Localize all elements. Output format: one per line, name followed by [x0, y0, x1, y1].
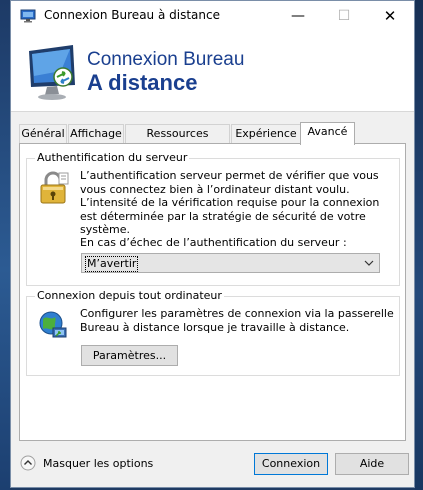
tab-affichage[interactable]: Affichage — [68, 124, 124, 143]
chevron-up-circle-icon — [20, 455, 36, 471]
tab-experience[interactable]: Expérience — [231, 124, 301, 143]
failure-action-label: En cas d’échec de l’authentification du … — [80, 236, 347, 249]
rdp-window: Connexion Bureau à distance — ☐ ✕ Connex… — [10, 0, 415, 488]
server-auth-legend: Authentification du serveur — [35, 151, 190, 164]
connect-anywhere-description: Configurer les paramètres de connexion v… — [80, 307, 394, 334]
hide-options-label: Masquer les options — [43, 457, 154, 470]
connect-anywhere-legend: Connexion depuis tout ordinateur — [35, 289, 224, 302]
connect-anywhere-group: Connexion depuis tout ordinateur Configu… — [26, 289, 400, 376]
server-auth-group: Authentification du serveur L’authentifi… — [26, 151, 400, 286]
chevron-down-icon — [364, 260, 374, 266]
desktop-background-right — [415, 0, 423, 490]
maximize-button[interactable]: ☐ — [321, 1, 367, 31]
connect-button[interactable]: Connexion — [254, 453, 328, 475]
remote-desktop-app-icon — [20, 9, 36, 23]
header-banner: Connexion Bureau A distance — [11, 31, 414, 112]
gateway-globe-icon — [39, 311, 67, 338]
title-bar[interactable]: Connexion Bureau à distance — ☐ ✕ — [11, 1, 414, 31]
hide-options-toggle[interactable]: Masquer les options — [19, 454, 159, 474]
close-button[interactable]: ✕ — [367, 1, 413, 31]
failure-action-value: M’avertir — [85, 256, 139, 272]
padlock-icon — [40, 171, 69, 204]
settings-button[interactable]: Paramètres... — [81, 345, 178, 366]
banner-title-line2: A distance — [87, 70, 198, 95]
server-auth-description: L’authentification serveur permet de vér… — [80, 169, 380, 236]
tab-ressources-locales[interactable]: Ressources locales — [125, 124, 230, 158]
desktop-background-left — [0, 0, 10, 490]
failure-action-select[interactable]: M’avertir — [81, 253, 380, 273]
minimize-button[interactable]: — — [275, 1, 321, 31]
tab-avance[interactable]: Avancé — [300, 122, 355, 145]
banner-title-line1: Connexion Bureau — [87, 49, 245, 70]
tab-panel-avance: Authentification du serveur L’authentifi… — [19, 143, 406, 441]
help-button[interactable]: Aide — [335, 453, 409, 475]
remote-desktop-monitor-icon — [29, 45, 75, 100]
tab-general[interactable]: Général — [19, 124, 67, 143]
window-title: Connexion Bureau à distance — [44, 8, 220, 22]
